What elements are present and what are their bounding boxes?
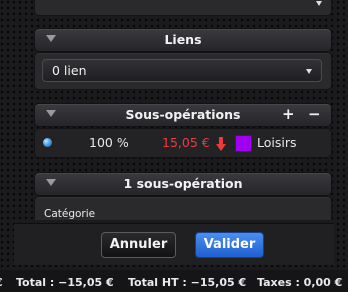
detail-section-header[interactable]: 1 sous-opération [34, 172, 332, 196]
remove-sous-operation-button[interactable]: − [308, 105, 321, 123]
validate-button[interactable]: Valider [195, 232, 264, 258]
detail-title: 1 sous-opération [123, 176, 243, 191]
category-color-swatch [235, 135, 252, 152]
cancel-button[interactable]: Annuler [101, 232, 176, 258]
liens-section-header[interactable]: Liens [34, 28, 332, 52]
arrow-down-icon [216, 136, 226, 155]
status-total: Total : −15,05 € [16, 276, 114, 289]
liens-select[interactable]: 0 lien [42, 59, 322, 82]
sous-operation-amount: 15,05 € [162, 135, 210, 150]
selection-dot-icon [43, 138, 52, 147]
sous-operation-category: Loisirs [257, 135, 297, 150]
status-taxes: Taxes : 0,00 € [257, 276, 343, 289]
liens-select-value: 0 lien [52, 63, 87, 78]
liens-title: Liens [164, 32, 202, 47]
sous-operations-section-header[interactable]: Sous-opérations + − [34, 103, 332, 127]
status-currency-fragment: € [0, 276, 3, 289]
category-field-label: Catégorie [44, 208, 96, 220]
sous-operation-percent: 100 % [89, 135, 129, 150]
add-sous-operation-button[interactable]: + [282, 105, 295, 123]
sous-operation-row[interactable]: 100 % 15,05 € Loisirs [34, 128, 332, 158]
status-bar: € Total : −15,05 € Total HT : −15,05 € T… [0, 270, 348, 292]
previous-field-panel [34, 0, 332, 16]
status-total-ht: Total HT : −15,05 € [128, 276, 247, 289]
chevron-down-icon[interactable] [316, 1, 322, 6]
chevron-down-icon [306, 69, 312, 74]
form-scroll-area[interactable]: Liens 0 lien Sous-opérations + − 100 % 1… [0, 0, 348, 220]
